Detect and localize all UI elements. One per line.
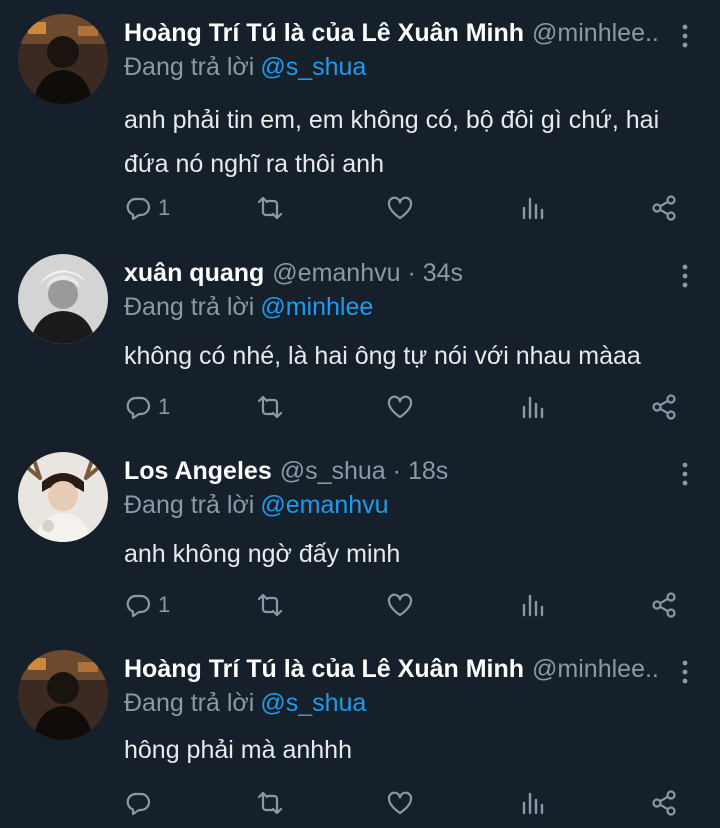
like-icon bbox=[386, 789, 414, 817]
replying-to-line: Đang trả lời @s_shua bbox=[124, 686, 366, 720]
display-name[interactable]: Hoàng Trí Tú là của Lê Xuân Minh bbox=[124, 655, 524, 683]
mention-link[interactable]: @minhlee bbox=[260, 293, 373, 321]
mention-link[interactable]: @s_shua bbox=[260, 53, 366, 81]
display-name[interactable]: Hoàng Trí Tú là của Lê Xuân Minh bbox=[124, 19, 524, 47]
share-icon bbox=[650, 591, 678, 619]
tweet-header: Hoàng Trí Tú là của Lê Xuân Minh @minhlee… bbox=[124, 16, 660, 50]
analytics-icon bbox=[519, 789, 547, 817]
avatar[interactable] bbox=[18, 650, 108, 740]
like-button[interactable] bbox=[386, 788, 414, 818]
more-options-icon[interactable] bbox=[680, 660, 690, 684]
like-icon bbox=[386, 591, 414, 619]
tweet-header: Hoàng Trí Tú là của Lê Xuân Minh @minhlee… bbox=[124, 652, 660, 686]
like-icon bbox=[386, 194, 414, 222]
share-button[interactable] bbox=[650, 590, 678, 620]
replying-label: Đang trả lời bbox=[124, 293, 255, 321]
reply-button[interactable]: 1 bbox=[124, 590, 170, 620]
analytics-button[interactable] bbox=[519, 193, 547, 223]
replying-to-line: Đang trả lời @emanhvu bbox=[124, 488, 389, 522]
tweet-text: anh không ngờ đấy minh bbox=[124, 540, 401, 568]
more-options-icon[interactable] bbox=[680, 462, 690, 486]
avatar[interactable] bbox=[18, 254, 108, 344]
analytics-button[interactable] bbox=[519, 590, 547, 620]
action-bar bbox=[124, 788, 684, 818]
like-button[interactable] bbox=[386, 392, 414, 422]
retweet-icon bbox=[256, 591, 284, 619]
replying-label: Đang trả lời bbox=[124, 53, 255, 81]
replying-to-line: Đang trả lời @s_shua bbox=[124, 50, 366, 84]
more-options-icon[interactable] bbox=[680, 24, 690, 48]
like-button[interactable] bbox=[386, 590, 414, 620]
tweet[interactable]: xuân quang @emanhvu · 34s Đang trả lời @mi… bbox=[0, 254, 720, 429]
reply-icon bbox=[124, 194, 152, 222]
reply-count: 1 bbox=[158, 394, 171, 419]
username[interactable]: @minhlee... bbox=[532, 19, 660, 47]
tweet[interactable]: Hoàng Trí Tú là của Lê Xuân Minh @minhlee… bbox=[0, 650, 720, 825]
share-icon bbox=[650, 789, 678, 817]
retweet-button[interactable] bbox=[256, 193, 284, 223]
username[interactable]: @s_shua bbox=[280, 457, 386, 485]
reply-button[interactable] bbox=[124, 788, 152, 818]
retweet-button[interactable] bbox=[256, 590, 284, 620]
retweet-icon bbox=[256, 194, 284, 222]
separator-dot: · bbox=[400, 259, 423, 287]
avatar[interactable] bbox=[18, 452, 108, 542]
reply-icon bbox=[124, 591, 152, 619]
share-icon bbox=[650, 194, 678, 222]
reply-thread: Hoàng Trí Tú là của Lê Xuân Minh @minhlee… bbox=[0, 0, 720, 828]
username[interactable]: @minhlee... bbox=[532, 655, 660, 683]
analytics-button[interactable] bbox=[519, 392, 547, 422]
share-button[interactable] bbox=[650, 193, 678, 223]
reply-count: 1 bbox=[158, 195, 171, 220]
more-options-icon[interactable] bbox=[680, 264, 690, 288]
retweet-icon bbox=[256, 789, 284, 817]
tweet-text: anh phải tin em, em không có, bộ đôi gì … bbox=[124, 106, 660, 178]
reply-button[interactable]: 1 bbox=[124, 392, 170, 422]
reply-icon bbox=[124, 393, 152, 421]
analytics-icon bbox=[519, 194, 547, 222]
separator-dot: · bbox=[385, 457, 408, 485]
display-name[interactable]: xuân quang bbox=[124, 259, 264, 287]
analytics-icon bbox=[519, 393, 547, 421]
share-button[interactable] bbox=[650, 788, 678, 818]
replying-label: Đang trả lời bbox=[124, 491, 255, 519]
username[interactable]: @emanhvu bbox=[272, 259, 400, 287]
display-name[interactable]: Los Angeles bbox=[124, 457, 272, 485]
tweet-header: xuân quang @emanhvu · 34s bbox=[124, 256, 660, 290]
action-bar: 1 bbox=[124, 590, 684, 620]
replying-label: Đang trả lời bbox=[124, 689, 255, 717]
reply-button[interactable]: 1 bbox=[124, 193, 170, 223]
share-icon bbox=[650, 393, 678, 421]
retweet-icon bbox=[256, 393, 284, 421]
like-icon bbox=[386, 393, 414, 421]
analytics-icon bbox=[519, 591, 547, 619]
timestamp[interactable]: 18s bbox=[408, 457, 448, 485]
like-button[interactable] bbox=[386, 193, 414, 223]
reply-count: 1 bbox=[158, 592, 171, 617]
tweet-header: Los Angeles @s_shua · 18s bbox=[124, 454, 660, 488]
tweet-text: không có nhé, là hai ông tự nói với nhau… bbox=[124, 342, 641, 370]
tweet-text: hông phải mà anhhh bbox=[124, 736, 352, 764]
avatar[interactable] bbox=[18, 14, 108, 104]
action-bar: 1 bbox=[124, 193, 684, 223]
tweet[interactable]: Hoàng Trí Tú là của Lê Xuân Minh @minhlee… bbox=[0, 14, 720, 229]
action-bar: 1 bbox=[124, 392, 684, 422]
share-button[interactable] bbox=[650, 392, 678, 422]
tweet[interactable]: Los Angeles @s_shua · 18s Đang trả lời @em… bbox=[0, 452, 720, 627]
retweet-button[interactable] bbox=[256, 392, 284, 422]
mention-link[interactable]: @s_shua bbox=[260, 689, 366, 717]
mention-link[interactable]: @emanhvu bbox=[260, 491, 388, 519]
reply-icon bbox=[124, 789, 152, 817]
timestamp[interactable]: 34s bbox=[423, 259, 463, 287]
analytics-button[interactable] bbox=[519, 788, 547, 818]
retweet-button[interactable] bbox=[256, 788, 284, 818]
replying-to-line: Đang trả lời @minhlee bbox=[124, 290, 373, 324]
